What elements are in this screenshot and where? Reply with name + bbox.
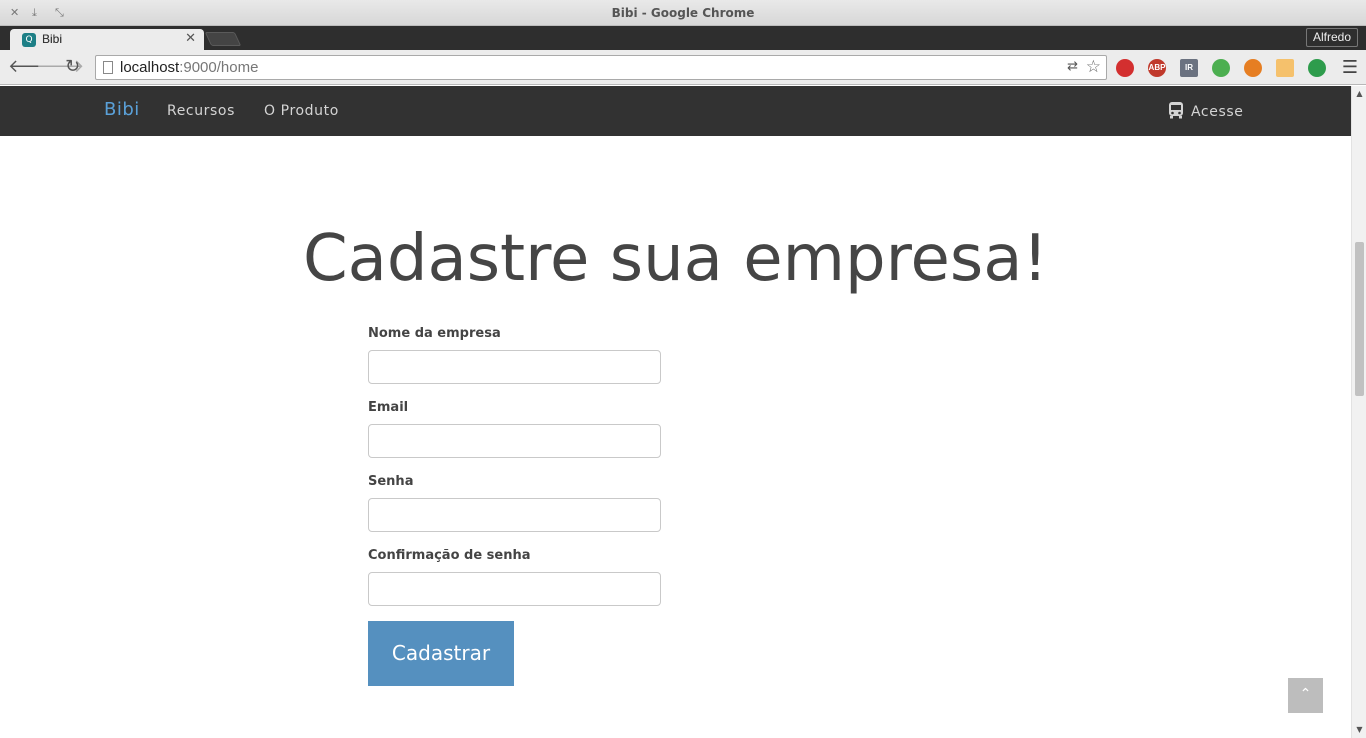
page-icon — [103, 61, 113, 74]
password-confirm-input[interactable] — [368, 572, 661, 606]
extension-red-icon[interactable] — [1116, 59, 1134, 77]
address-bar[interactable]: localhost:9000/home ⇄ ☆ — [95, 55, 1107, 80]
scrollbar-thumb[interactable] — [1355, 242, 1364, 396]
chevron-up-icon: ⌃ — [1299, 686, 1312, 702]
password-input[interactable] — [368, 498, 661, 532]
email-label: Email — [368, 400, 409, 415]
chrome-ext-icon[interactable] — [1244, 59, 1262, 77]
menu-icon[interactable]: ☰ — [1342, 59, 1358, 77]
company-name-label: Nome da empresa — [368, 326, 501, 341]
brand-link[interactable]: Bibi — [104, 99, 140, 120]
scroll-up-icon[interactable]: ▲ — [1352, 88, 1366, 100]
password-label: Senha — [368, 474, 414, 489]
reload-icon[interactable]: ↻ — [65, 56, 80, 78]
profile-button[interactable]: Alfredo — [1305, 28, 1358, 47]
page-heading: Cadastre sua empresa! — [302, 222, 1049, 296]
scroll-to-top-button[interactable]: ⌃ — [1288, 678, 1323, 713]
tab-title: Bibi — [42, 32, 63, 46]
shop-icon[interactable] — [1276, 59, 1294, 77]
login-label: Acesse — [1191, 104, 1244, 120]
bookmark-star-icon[interactable]: ☆ — [1086, 57, 1101, 77]
evernote-icon[interactable] — [1212, 59, 1230, 77]
nav-link-recursos[interactable]: Recursos — [167, 103, 235, 119]
window-title: Bibi - Google Chrome — [611, 6, 755, 20]
url-path: :9000/home — [179, 59, 259, 76]
login-link[interactable]: Acesse — [1167, 101, 1243, 120]
submit-button[interactable]: Cadastrar — [368, 621, 514, 686]
url-text[interactable]: localhost:9000/home — [120, 59, 258, 76]
page-viewport: Bibi Recursos O Produto Acesse Cadastre … — [0, 86, 1366, 738]
adblock-icon[interactable]: ABP — [1148, 59, 1166, 77]
company-name-input[interactable] — [368, 350, 661, 384]
tab-strip: Q Bibi ✕ Alfredo — [0, 26, 1366, 50]
url-host: localhost — [120, 59, 180, 76]
close-tab-icon[interactable]: ✕ — [185, 31, 196, 46]
site-navbar: Bibi Recursos O Produto Acesse — [0, 86, 1351, 136]
email-input[interactable] — [368, 424, 661, 458]
readability-icon[interactable]: IR — [1180, 59, 1198, 77]
signup-form: Nome da empresa Email Senha Confirmação … — [368, 326, 661, 622]
password-confirm-label: Confirmação de senha — [368, 548, 531, 563]
bus-icon — [1169, 102, 1183, 119]
nav-link-produto[interactable]: O Produto — [264, 103, 339, 119]
scroll-down-icon[interactable]: ▼ — [1352, 724, 1366, 736]
translate-icon[interactable]: ⇄ — [1067, 59, 1078, 74]
favicon-icon: Q — [22, 33, 36, 47]
browser-toolbar: 🡐 🡒 ↻ localhost:9000/home ⇄ ☆ ABP IR ☰ — [0, 50, 1366, 85]
page-scrollbar[interactable]: ▲ ▼ — [1351, 86, 1366, 738]
window-titlebar: ✕ ⤓ ⤡ Bibi - Google Chrome — [0, 0, 1366, 26]
pushbullet-icon[interactable] — [1308, 59, 1326, 77]
new-tab-button[interactable] — [204, 32, 242, 46]
browser-tab[interactable]: Q Bibi ✕ — [10, 29, 204, 50]
